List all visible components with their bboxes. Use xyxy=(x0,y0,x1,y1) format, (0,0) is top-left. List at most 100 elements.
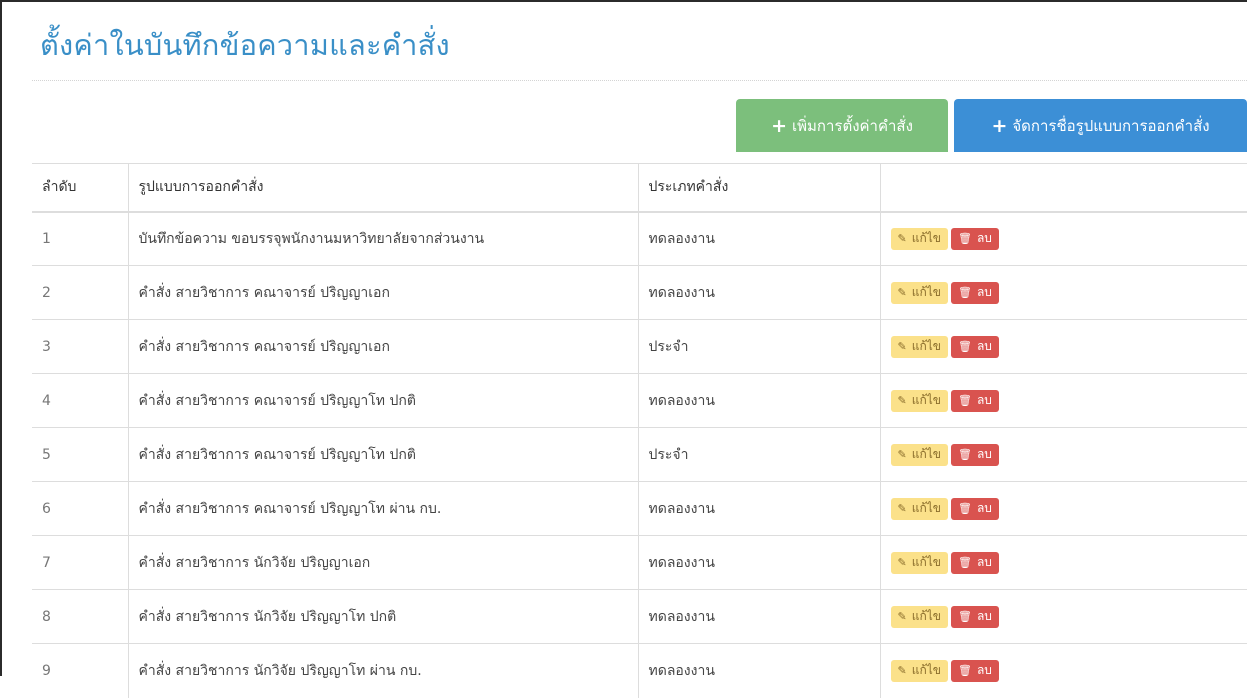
delete-label: ลบ xyxy=(977,229,992,248)
cell-command-form: คำสั่ง สายวิชาการ นักวิจัย ปริญญาโท ผ่าน… xyxy=(128,644,638,698)
header-order: ลำดับ xyxy=(32,164,128,212)
delete-button[interactable]: 🗑ลบ xyxy=(951,660,999,682)
delete-button[interactable]: 🗑 ลบ xyxy=(951,444,999,466)
edit-label: แก้ไข xyxy=(912,607,941,626)
cell-actions: ✎ แก้ไข 🗑 ลบ xyxy=(880,266,1247,320)
cell-command-form: บันทึกข้อความ ขอบรรจุพนักงานมหาวิทยาลัยจ… xyxy=(128,212,638,266)
row-actions: ✎แก้ไข 🗑 ลบ xyxy=(891,444,1247,466)
trash-icon: 🗑 xyxy=(958,394,972,407)
trash-icon: 🗑 xyxy=(958,556,972,569)
edit-button[interactable]: ✎ แก้ไข xyxy=(891,552,948,574)
row-actions: ✎ แก้ไข 🗑ลบ xyxy=(891,660,1247,682)
table-row: 9คำสั่ง สายวิชาการ นักวิจัย ปริญญาโท ผ่า… xyxy=(32,644,1247,698)
cell-command-form: คำสั่ง สายวิชาการ คณาจารย์ ปริญญาเอก xyxy=(128,320,638,374)
trash-icon: 🗑 xyxy=(958,232,972,245)
delete-button[interactable]: 🗑ลบ xyxy=(951,552,999,574)
cell-actions: ✎ แก้ไข 🗑ลบ xyxy=(880,644,1247,698)
edit-label: แก้ไข xyxy=(912,661,941,680)
cell-order: 7 xyxy=(32,536,128,590)
cell-command-form: คำสั่ง สายวิชาการ คณาจารย์ ปริญญาโท ปกติ xyxy=(128,428,638,482)
cell-command-type: ทดลองงาน xyxy=(638,212,880,266)
cell-command-type: ทดลองงาน xyxy=(638,374,880,428)
table-row: 8คำสั่ง สายวิชาการ นักวิจัย ปริญญาโท ปกต… xyxy=(32,590,1247,644)
manage-command-forms-button[interactable]: + จัดการชื่อรูปแบบการออกคำสั่ง xyxy=(954,99,1247,152)
cell-command-type: ทดลองงาน xyxy=(638,536,880,590)
cell-order: 3 xyxy=(32,320,128,374)
trash-icon: 🗑 xyxy=(958,286,972,299)
edit-label: แก้ไข xyxy=(912,283,941,302)
row-actions: ✎แก้ไข 🗑 ลบ xyxy=(891,336,1247,358)
edit-button[interactable]: ✎แก้ไข xyxy=(891,336,948,358)
pencil-icon: ✎ xyxy=(898,286,907,299)
cell-actions: ✎แก้ไข 🗑 ลบ xyxy=(880,428,1247,482)
trash-icon: 🗑 xyxy=(958,664,972,677)
row-actions: ✎ แก้ไข 🗑 ลบ xyxy=(891,282,1247,304)
table-body: 1บันทึกข้อความ ขอบรรจุพนักงานมหาวิทยาลัย… xyxy=(32,212,1247,698)
delete-button[interactable]: 🗑 ลบ xyxy=(951,606,999,628)
table-row: 5คำสั่ง สายวิชาการ คณาจารย์ ปริญญาโท ปกต… xyxy=(32,428,1247,482)
edit-button[interactable]: ✎ แก้ไข xyxy=(891,282,948,304)
table-header-row: ลำดับ รูปแบบการออกคำสั่ง ประเภทคำสั่ง xyxy=(32,164,1247,212)
delete-button[interactable]: 🗑ลบ xyxy=(951,498,999,520)
table-row: 2คำสั่ง สายวิชาการ คณาจารย์ ปริญญาเอกทดล… xyxy=(32,266,1247,320)
plus-icon: + xyxy=(771,115,787,137)
manage-command-forms-label: จัดการชื่อรูปแบบการออกคำสั่ง xyxy=(1012,114,1209,138)
cell-command-type: ทดลองงาน xyxy=(638,590,880,644)
edit-button[interactable]: ✎แก้ไข xyxy=(891,606,948,628)
edit-button[interactable]: ✎แก้ไข xyxy=(891,444,948,466)
table-row: 4คำสั่ง สายวิชาการ คณาจารย์ ปริญญาโท ปกต… xyxy=(32,374,1247,428)
cell-actions: ✎ แก้ไข 🗑ลบ xyxy=(880,536,1247,590)
cell-command-form: คำสั่ง สายวิชาการ คณาจารย์ ปริญญาเอก xyxy=(128,266,638,320)
trash-icon: 🗑 xyxy=(958,610,972,623)
page-title: ตั้งค่าในบันทึกข้อความและคำสั่ง xyxy=(40,22,450,68)
edit-button[interactable]: ✎แก้ไข xyxy=(891,498,948,520)
cell-order: 4 xyxy=(32,374,128,428)
cell-order: 9 xyxy=(32,644,128,698)
cell-command-type: ทดลองงาน xyxy=(638,644,880,698)
delete-label: ลบ xyxy=(977,445,992,464)
delete-label: ลบ xyxy=(977,337,992,356)
edit-label: แก้ไข xyxy=(912,553,941,572)
row-actions: ✎แก้ไข🗑ลบ xyxy=(891,390,1247,412)
delete-button[interactable]: 🗑 ลบ xyxy=(951,336,999,358)
edit-label: แก้ไข xyxy=(912,499,941,518)
trash-icon: 🗑 xyxy=(958,340,972,353)
cell-command-type: ทดลองงาน xyxy=(638,482,880,536)
row-actions: ✎แก้ไข🗑ลบ xyxy=(891,498,1247,520)
row-actions: ✎แก้ไข 🗑 ลบ xyxy=(891,606,1247,628)
add-command-setting-label: เพิ่มการตั้งค่าคำสั่ง xyxy=(792,114,913,138)
cell-command-type: ทดลองงาน xyxy=(638,266,880,320)
cell-command-form: คำสั่ง สายวิชาการ คณาจารย์ ปริญญาโท ผ่าน… xyxy=(128,482,638,536)
cell-command-form: คำสั่ง สายวิชาการ คณาจารย์ ปริญญาโท ปกติ xyxy=(128,374,638,428)
trash-icon: 🗑 xyxy=(958,502,972,515)
delete-label: ลบ xyxy=(977,607,992,626)
command-settings-table: ลำดับ รูปแบบการออกคำสั่ง ประเภทคำสั่ง 1บ… xyxy=(32,163,1247,698)
delete-button[interactable]: 🗑ลบ xyxy=(951,390,999,412)
pencil-icon: ✎ xyxy=(898,232,907,245)
cell-command-form: คำสั่ง สายวิชาการ นักวิจัย ปริญญาโท ปกติ xyxy=(128,590,638,644)
pencil-icon: ✎ xyxy=(898,394,907,407)
header-command-form: รูปแบบการออกคำสั่ง xyxy=(128,164,638,212)
cell-order: 5 xyxy=(32,428,128,482)
pencil-icon: ✎ xyxy=(898,664,907,677)
cell-order: 8 xyxy=(32,590,128,644)
trash-icon: 🗑 xyxy=(958,448,972,461)
delete-label: ลบ xyxy=(977,283,992,302)
cell-order: 2 xyxy=(32,266,128,320)
edit-button[interactable]: ✎แก้ไข xyxy=(891,228,948,250)
pencil-icon: ✎ xyxy=(898,556,907,569)
add-command-setting-button[interactable]: + เพิ่มการตั้งค่าคำสั่ง xyxy=(736,99,948,152)
header-command-type: ประเภทคำสั่ง xyxy=(638,164,880,212)
table-row: 7คำสั่ง สายวิชาการ นักวิจัย ปริญญาเอกทดล… xyxy=(32,536,1247,590)
row-actions: ✎แก้ไข 🗑 ลบ xyxy=(891,228,1247,250)
cell-command-form: คำสั่ง สายวิชาการ นักวิจัย ปริญญาเอก xyxy=(128,536,638,590)
cell-command-type: ประจำ xyxy=(638,428,880,482)
delete-button[interactable]: 🗑 ลบ xyxy=(951,228,999,250)
delete-button[interactable]: 🗑 ลบ xyxy=(951,282,999,304)
edit-button[interactable]: ✎แก้ไข xyxy=(891,390,948,412)
edit-button[interactable]: ✎ แก้ไข xyxy=(891,660,948,682)
edit-label: แก้ไข xyxy=(912,445,941,464)
plus-icon: + xyxy=(991,115,1007,137)
cell-order: 6 xyxy=(32,482,128,536)
cell-order: 1 xyxy=(32,212,128,266)
